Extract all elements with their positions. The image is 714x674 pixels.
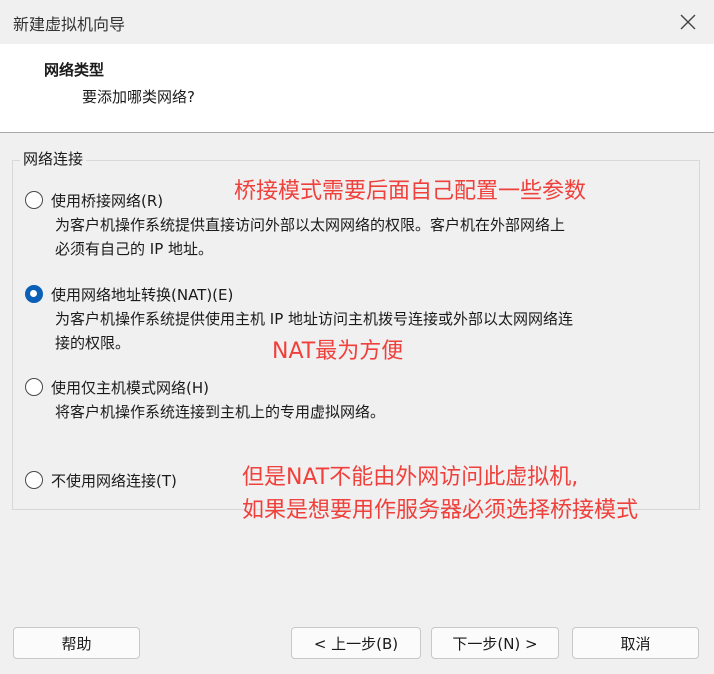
close-icon (680, 14, 696, 30)
radio-nat[interactable] (25, 285, 43, 303)
cancel-button[interactable]: 取消 (572, 627, 699, 659)
page-title: 网络类型 (44, 61, 105, 79)
option-host-only-desc: 将客户机操作系统连接到主机上的专用虚拟网络。 (55, 403, 386, 421)
radio-host-only[interactable] (25, 378, 43, 396)
help-button[interactable]: 帮助 (13, 627, 140, 659)
radio-bridged[interactable] (25, 191, 43, 209)
next-button[interactable]: 下一步(N) > (431, 627, 559, 659)
annotation-note-line1: 但是NAT不能由外网访问此虚拟机, (242, 465, 579, 490)
option-host-only-label[interactable]: 使用仅主机模式网络(H) (51, 377, 209, 398)
option-no-network-label[interactable]: 不使用网络连接(T) (51, 470, 177, 491)
wizard-header: 网络类型 要添加哪类网络? (0, 44, 714, 133)
option-bridged-desc-2: 必须有自己的 IP 地址。 (55, 240, 214, 258)
option-nat-label[interactable]: 使用网络地址转换(NAT)(E) (51, 284, 233, 305)
back-button[interactable]: < 上一步(B) (291, 627, 421, 659)
window-title: 新建虚拟机向导 (13, 15, 126, 34)
annotation-nat: NAT最为方便 (272, 339, 404, 364)
option-bridged-label[interactable]: 使用桥接网络(R) (51, 190, 163, 211)
annotation-note-line2: 如果是想要用作服务器必须选择桥接模式 (242, 498, 639, 523)
group-label: 网络连接 (20, 148, 87, 169)
option-nat-desc-2: 接的权限。 (55, 334, 131, 352)
option-nat-desc-1: 为客户机操作系统提供使用主机 IP 地址访问主机拨号连接或外部以太网网络连 (55, 310, 574, 328)
radio-no-network[interactable] (25, 471, 43, 489)
title-bar: 新建虚拟机向导 (0, 0, 714, 44)
option-bridged-desc-1: 为客户机操作系统提供直接访问外部以太网网络的权限。客户机在外部网络上 (55, 216, 566, 234)
close-button[interactable] (672, 6, 704, 38)
annotation-bridged: 桥接模式需要后面自己配置一些参数 (234, 179, 587, 204)
page-subtitle: 要添加哪类网络? (82, 88, 195, 106)
